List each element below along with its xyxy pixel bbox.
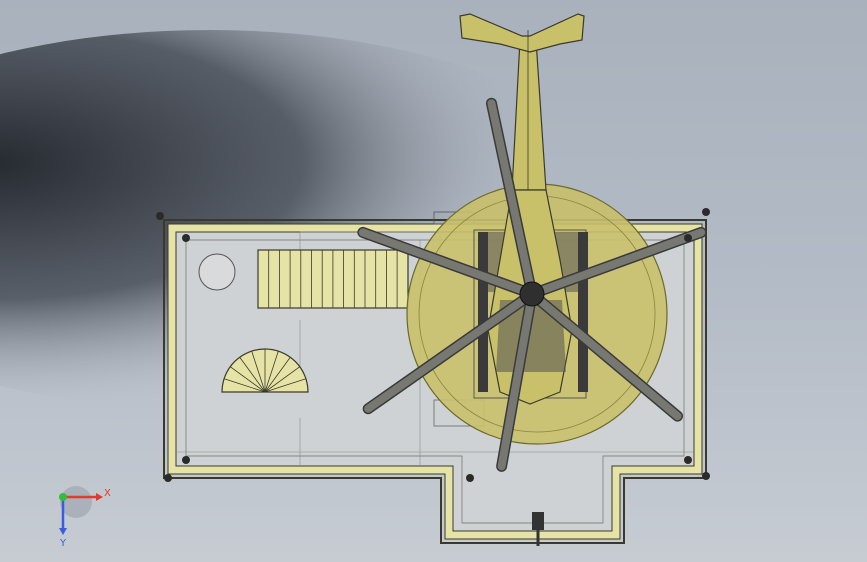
round-hatch[interactable] — [198, 253, 236, 291]
triad-origin — [59, 493, 67, 501]
y-axis-head — [59, 528, 67, 535]
cad-scene[interactable]: X Y — [0, 0, 867, 562]
deck-light — [156, 212, 164, 220]
graphics-viewport[interactable]: X Y — [0, 0, 867, 562]
deck-light — [684, 456, 692, 464]
deck-light — [182, 456, 190, 464]
deck-light — [684, 234, 692, 242]
x-axis-head — [96, 493, 103, 501]
deck-light — [702, 208, 710, 216]
deck-light — [702, 472, 710, 480]
y-axis-label: Y — [59, 538, 67, 549]
deck-light — [466, 474, 474, 482]
deck-light — [164, 474, 172, 482]
rotor-hub[interactable] — [519, 281, 545, 307]
deck-light — [182, 234, 190, 242]
x-axis-label: X — [104, 488, 111, 499]
staircase-straight[interactable] — [257, 249, 409, 309]
coordinate-triad[interactable]: X Y — [59, 486, 111, 549]
access-walkway-marker — [532, 512, 544, 546]
